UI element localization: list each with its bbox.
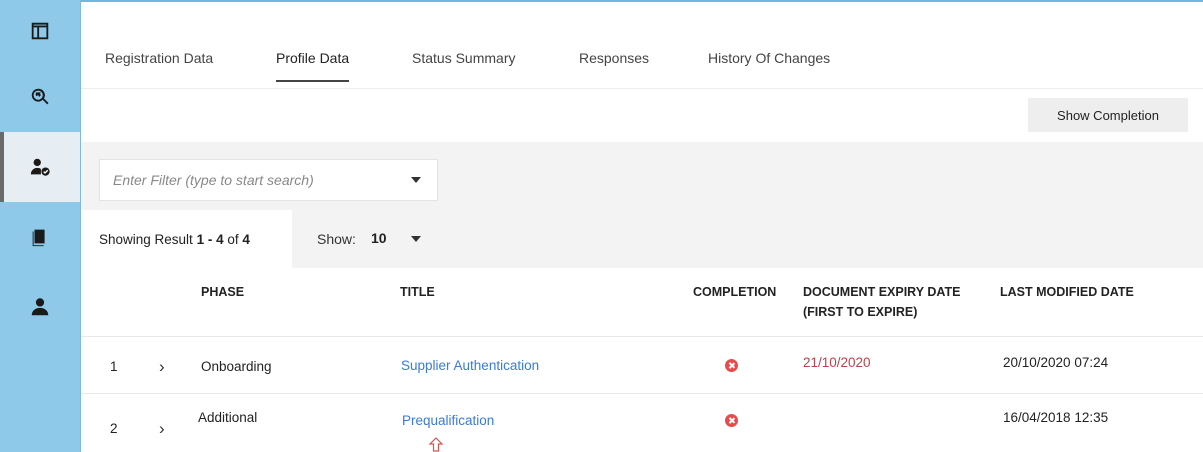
- user-check-icon: [30, 158, 50, 176]
- user-icon: [31, 298, 49, 316]
- expand-chevron-icon[interactable]: ›: [159, 357, 165, 377]
- filter-dropdown[interactable]: Enter Filter (type to start search): [99, 159, 438, 201]
- tab-bar: Registration Data Profile Data Status Su…: [81, 30, 1203, 89]
- tab-responses[interactable]: Responses: [579, 50, 649, 80]
- page-size-select[interactable]: 10: [371, 230, 387, 246]
- tab-registration-data[interactable]: Registration Data: [105, 50, 213, 80]
- row-last-modified: 20/10/2020 07:24: [1003, 355, 1109, 370]
- results-total: 4: [242, 231, 250, 247]
- results-prefix: Showing Result: [99, 231, 197, 247]
- show-completion-button[interactable]: Show Completion: [1028, 98, 1188, 132]
- row-expiry-date: 21/10/2020: [803, 355, 871, 370]
- header-phase: PHASE: [201, 285, 245, 299]
- sidebar-item-user[interactable]: [0, 272, 80, 342]
- chevron-down-icon: [411, 177, 421, 183]
- sidebar-item-documents[interactable]: [0, 202, 80, 272]
- sidebar: [0, 0, 81, 452]
- incomplete-status-icon: [725, 359, 738, 372]
- filter-placeholder: Enter Filter (type to start search): [113, 172, 314, 188]
- sidebar-item-explore[interactable]: [0, 62, 80, 132]
- documents-icon: [32, 229, 45, 247]
- row-number: 2: [110, 421, 118, 436]
- header-expiry: DOCUMENT EXPIRY DATE (FIRST TO EXPIRE): [803, 282, 960, 322]
- sidebar-item-dashboard[interactable]: [0, 0, 80, 62]
- results-of: of: [223, 231, 243, 247]
- header-expiry-line2: (FIRST TO EXPIRE): [803, 305, 918, 319]
- tab-status-summary[interactable]: Status Summary: [412, 50, 515, 80]
- tab-history-of-changes[interactable]: History Of Changes: [708, 50, 830, 80]
- row-number: 1: [110, 359, 118, 374]
- sidebar-item-profile[interactable]: [0, 132, 80, 202]
- page-size-chevron-down-icon[interactable]: [411, 236, 421, 242]
- filter-bar: Enter Filter (type to start search): [81, 142, 1203, 210]
- table-row[interactable]: 2 › Additional Prequalification 16/04/20…: [81, 393, 1203, 450]
- header-expiry-line1: DOCUMENT EXPIRY DATE: [803, 285, 961, 299]
- results-summary: Showing Result 1 - 4 of 4: [81, 210, 292, 268]
- header-last-modified: LAST MODIFIED DATE: [1000, 285, 1134, 299]
- row-phase: Onboarding: [201, 359, 272, 374]
- table-row[interactable]: 1 › Onboarding Supplier Authentication 2…: [81, 336, 1203, 393]
- page-size-label: Show:: [317, 231, 356, 247]
- row-title-link[interactable]: Supplier Authentication: [401, 358, 539, 373]
- pointer-arrow-icon: [428, 437, 444, 452]
- row-title-link[interactable]: Prequalification: [402, 413, 494, 428]
- tab-profile-data[interactable]: Profile Data: [276, 50, 350, 82]
- top-divider: [81, 0, 1203, 32]
- main-content: Registration Data Profile Data Status Su…: [81, 0, 1203, 452]
- expand-chevron-icon[interactable]: ›: [159, 419, 165, 439]
- dashboard-icon: [31, 22, 49, 40]
- globe-search-icon: [31, 88, 49, 105]
- incomplete-status-icon: [725, 414, 738, 427]
- results-range: 1 - 4: [196, 231, 224, 247]
- row-last-modified: 16/04/2018 12:35: [1003, 410, 1109, 425]
- header-completion: COMPLETION: [693, 285, 777, 299]
- header-title: TITLE: [400, 285, 435, 299]
- row-phase: Additional: [198, 410, 258, 425]
- toolbar: Show Completion: [81, 88, 1203, 142]
- results-bar: Showing Result 1 - 4 of 4 Show: 10: [81, 210, 1203, 268]
